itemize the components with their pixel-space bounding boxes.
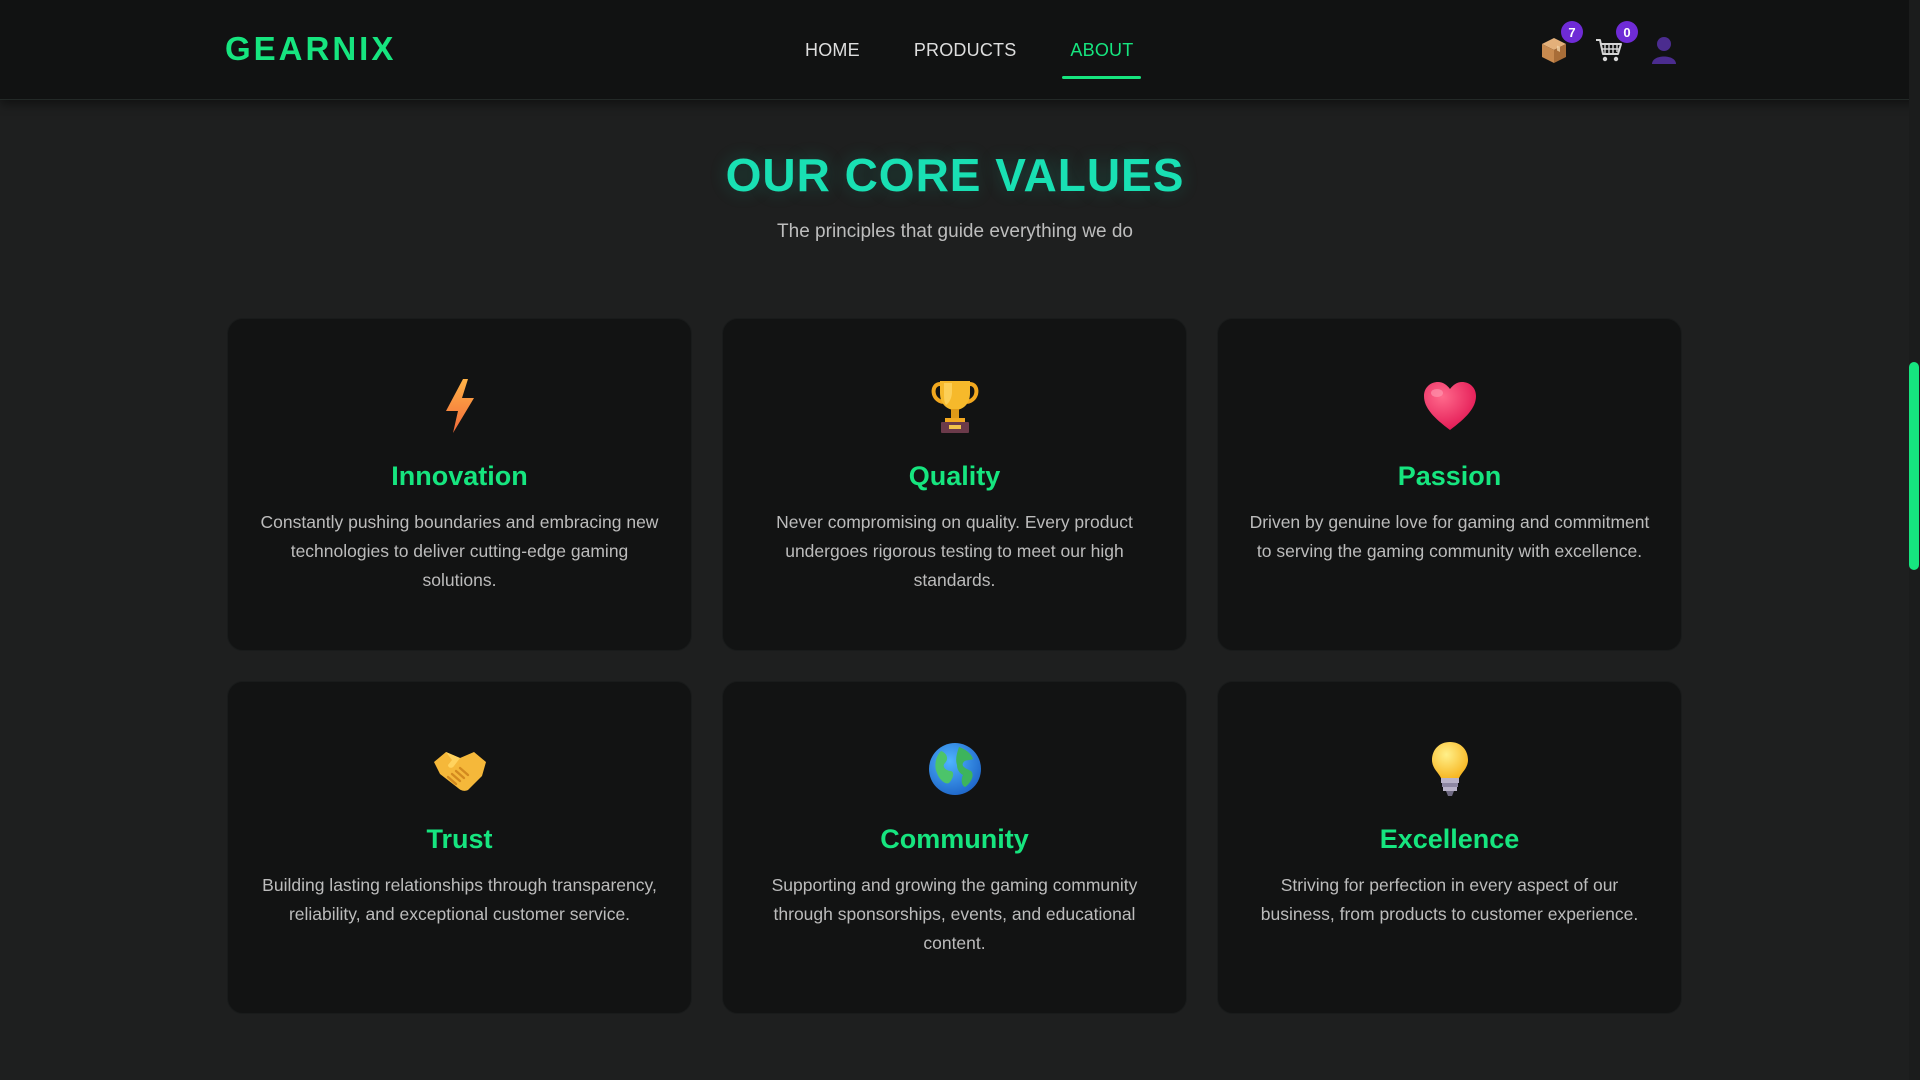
nav-link-home[interactable]: HOME xyxy=(795,0,870,100)
value-description: Constantly pushing boundaries and embrac… xyxy=(260,512,659,590)
value-description: Striving for perfection in every aspect … xyxy=(1260,875,1639,924)
value-title: Community xyxy=(880,824,1029,854)
nav-link-about[interactable]: ABOUT xyxy=(1060,0,1143,100)
heart-icon xyxy=(1218,377,1681,435)
top-navbar: GEARNIX HOME PRODUCTS ABOUT 7 0 xyxy=(0,0,1920,100)
handshake-icon xyxy=(228,740,691,798)
value-card-innovation: Innovation Constantly pushing boundaries… xyxy=(227,318,692,651)
light-bulb-icon xyxy=(1218,740,1681,798)
value-card-community: Community Supporting and growing the gam… xyxy=(722,681,1187,1014)
value-card-passion: Passion Driven by genuine love for gamin… xyxy=(1217,318,1682,651)
value-card-quality: Quality Never compromising on quality. E… xyxy=(722,318,1187,651)
lightning-bolt-icon xyxy=(228,377,691,435)
value-title: Trust xyxy=(426,824,493,854)
cart-button[interactable]: 0 xyxy=(1592,21,1638,67)
orders-button[interactable]: 7 xyxy=(1537,21,1583,67)
cart-count-badge: 0 xyxy=(1616,21,1638,43)
value-description: Building lasting relationships through t… xyxy=(262,875,657,924)
scrollbar-thumb[interactable] xyxy=(1909,362,1919,570)
trophy-icon xyxy=(723,377,1186,435)
value-card-trust: Trust Building lasting relationships thr… xyxy=(227,681,692,1014)
value-description: Supporting and growing the gaming commun… xyxy=(771,875,1138,953)
value-card-excellence: Excellence Striving for perfection in ev… xyxy=(1217,681,1682,1014)
values-grid: Innovation Constantly pushing boundaries… xyxy=(227,318,1682,1014)
brand-logo[interactable]: GEARNIX xyxy=(225,30,396,68)
section-title: OUR CORE VALUES xyxy=(725,149,1185,201)
value-title: Passion xyxy=(1397,461,1502,491)
nav-link-products[interactable]: PRODUCTS xyxy=(904,0,1027,100)
nav-actions: 7 0 xyxy=(1537,21,1681,70)
value-description: Never compromising on quality. Every pro… xyxy=(776,512,1133,590)
globe-icon xyxy=(723,740,1186,798)
value-title: Innovation xyxy=(391,461,528,491)
main-nav: HOME PRODUCTS ABOUT xyxy=(795,0,1177,100)
section-subtitle: The principles that guide everything we … xyxy=(777,221,1133,242)
user-icon xyxy=(1652,37,1676,64)
value-title: Excellence xyxy=(1379,824,1520,854)
account-button[interactable] xyxy=(1647,33,1681,67)
value-description: Driven by genuine love for gaming and co… xyxy=(1249,512,1650,561)
value-title: Quality xyxy=(908,461,1001,491)
orders-count-badge: 7 xyxy=(1561,21,1583,43)
